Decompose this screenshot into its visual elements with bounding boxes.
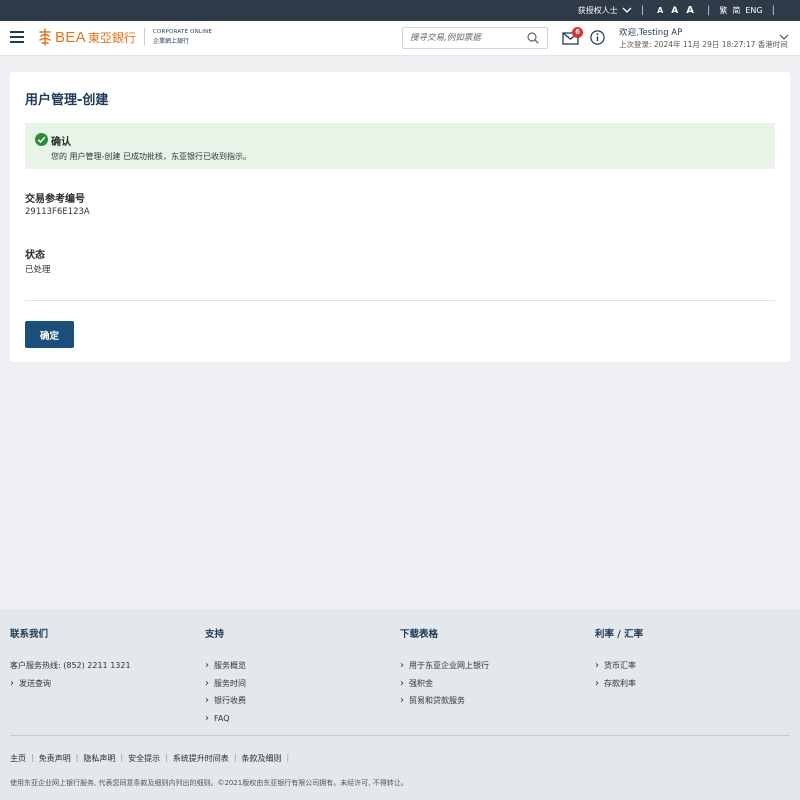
separator: | <box>286 753 290 762</box>
chevron-right-icon: › <box>205 660 209 672</box>
separator: | <box>233 753 237 762</box>
hamburger-menu-icon[interactable] <box>10 31 24 43</box>
audience-label: 获授权人士 <box>577 6 618 15</box>
mail-count-badge: 6 <box>572 27 583 38</box>
chevron-right-icon: › <box>595 660 599 672</box>
brand-cn: 東亞銀行 <box>87 30 136 45</box>
chevron-down-icon[interactable] <box>779 33 789 43</box>
footer-downloads-title: 下载表格 <box>400 629 439 640</box>
chevron-down-icon <box>622 6 632 16</box>
footer-link-label: 用于东亚企业网上银行 <box>409 661 489 671</box>
alert-message: 您的 用户管理-创建 已成功批核，东亚银行已收到指示。 <box>51 152 251 161</box>
chevron-right-icon: › <box>400 677 404 689</box>
legal-link-privacy[interactable]: 隐私声明 <box>83 753 115 764</box>
footer-rates: 利率 / 汇率 › 货币汇率 › 存款利率 <box>595 626 643 692</box>
search-input[interactable] <box>410 33 520 43</box>
footer-link-label: 货币汇率 <box>604 661 636 671</box>
footer-link-label: 银行收费 <box>214 696 246 706</box>
user-welcome: 欢迎,Testing AP 上次登录: 2024年 11月 29日 18:27:… <box>619 27 788 51</box>
footer-link-service-overview[interactable]: › 服务概览 <box>205 657 246 675</box>
footer-rates-title: 利率 / 汇率 <box>595 629 644 640</box>
footer-link-label: 服务概览 <box>214 661 246 671</box>
chevron-right-icon: › <box>205 677 209 689</box>
chevron-right-icon: › <box>400 695 404 707</box>
footer-link-label: 贸易和贷款服务 <box>409 696 465 706</box>
check-circle-icon <box>35 133 48 146</box>
separator: | <box>707 5 711 16</box>
audience-selector[interactable]: 获授权人士 <box>578 5 632 16</box>
separator: | <box>771 5 775 16</box>
footer-support: 支持 › 服务概览 › 服务时间 › 银行收费 › FAQ <box>205 626 246 727</box>
search-icon[interactable] <box>527 32 539 44</box>
copyright: 使用东亚企业网上银行服务, 代表您同意条款及细则内列出的细则。©2021版权由东… <box>10 779 408 787</box>
footer-contact: 联系我们 客户服务热线: (852) 2211 1321 › 发送查询 <box>10 626 131 692</box>
footer-link-label: 服务时间 <box>214 678 246 688</box>
separator: | <box>120 753 124 762</box>
alert-title: 确认 <box>51 137 71 148</box>
product-name: CORPORATE ONLINE 企業網上銀行 <box>153 28 212 46</box>
chevron-right-icon: › <box>595 677 599 689</box>
font-size-large-button[interactable]: A <box>686 5 694 16</box>
footer-link-deposit-rates[interactable]: › 存款利率 <box>595 675 643 693</box>
lang-simplified-chinese[interactable]: 简 <box>732 5 740 16</box>
footer-link-label: FAQ <box>214 713 230 723</box>
main-card: 用户管理-创建 确认 您的 用户管理-创建 已成功批核，东亚银行已收到指示。 交… <box>10 72 790 362</box>
header: BEA 東亞銀行 CORPORATE ONLINE 企業網上銀行 6 欢迎,Te… <box>0 21 800 56</box>
chevron-right-icon: › <box>205 712 209 724</box>
lang-english[interactable]: ENG <box>745 6 762 15</box>
footer-link-fx-rates[interactable]: › 货币汇率 <box>595 657 643 675</box>
search-box <box>402 27 548 49</box>
divider <box>25 300 775 301</box>
footer-downloads: 下载表格 › 用于东亚企业网上银行 › 强积金 › 贸易和贷款服务 <box>400 626 489 710</box>
bea-logo[interactable]: BEA 東亞銀行 CORPORATE ONLINE 企業網上銀行 <box>38 28 212 46</box>
legal-link-terms[interactable]: 条款及细则 <box>242 753 282 764</box>
brand-en: BEA <box>55 28 86 46</box>
footer-link-bank-charges[interactable]: › 银行收费 <box>205 692 246 710</box>
status-label: 状态 <box>25 250 45 261</box>
footer-support-title: 支持 <box>205 629 225 640</box>
confirm-button[interactable]: 确定 <box>25 321 74 348</box>
ref-label: 交易参考编号 <box>25 194 85 205</box>
legal-link-disclaimer[interactable]: 免责声明 <box>39 753 71 764</box>
info-icon[interactable] <box>590 30 605 45</box>
font-size-small-button[interactable]: A <box>657 6 663 15</box>
legal-link-maintenance[interactable]: 系统提升时间表 <box>173 753 229 764</box>
footer-link-bea-corporate[interactable]: › 用于东亚企业网上银行 <box>400 657 489 675</box>
product-name-cn: 企業網上銀行 <box>152 38 189 45</box>
bea-emblem-icon <box>39 28 51 46</box>
footer-divider <box>10 735 790 736</box>
last-login: 上次登录: 2024年 11月 29日 18:27:17 香港时间 <box>619 40 788 49</box>
separator: | <box>75 753 79 762</box>
separator: | <box>31 753 34 762</box>
chevron-right-icon: › <box>400 660 404 672</box>
footer-link-label: 发送查询 <box>19 678 51 688</box>
legal-link-home[interactable]: 主页 <box>10 753 26 764</box>
separator: | <box>640 5 645 16</box>
utility-bar: 获授权人士 | A A A | 繁 简 ENG | <box>0 0 800 21</box>
hotline: 客户服务热线: (852) 2211 1321 <box>10 661 131 671</box>
footer-link-mpf[interactable]: › 强积金 <box>400 675 489 693</box>
lang-traditional-chinese[interactable]: 繁 <box>719 5 727 16</box>
footer-link-faq[interactable]: › FAQ <box>205 710 246 728</box>
separator: | <box>165 753 168 762</box>
status-value: 已处理 <box>25 265 51 275</box>
footer-contact-title: 联系我们 <box>10 629 49 640</box>
footer-link-label: 存款利率 <box>604 678 636 688</box>
logo-divider <box>143 28 145 46</box>
legal-links: 主页 | 免责声明 | 隐私声明 | 安全提示 | 系统提升时间表 | 条款及细则 | <box>10 753 294 764</box>
font-size-medium-button[interactable]: A <box>671 6 678 16</box>
success-alert: 确认 您的 用户管理-创建 已成功批核，东亚银行已收到指示。 <box>25 123 775 169</box>
footer-link-label: 强积金 <box>409 678 433 688</box>
product-name-en: CORPORATE ONLINE <box>152 29 213 35</box>
welcome-name: 欢迎,Testing AP <box>619 28 683 38</box>
legal-link-security[interactable]: 安全提示 <box>128 753 160 764</box>
chevron-right-icon: › <box>205 695 209 707</box>
ref-value: 29113F6E123A <box>25 207 90 217</box>
footer-link-enquiry[interactable]: › 发送查询 <box>10 675 131 693</box>
page-title: 用户管理-创建 <box>25 93 109 108</box>
footer-link-trade-loan[interactable]: › 贸易和贷款服务 <box>400 692 489 710</box>
chevron-right-icon: › <box>10 677 14 689</box>
footer-link-service-hours[interactable]: › 服务时间 <box>205 675 246 693</box>
footer: 联系我们 客户服务热线: (852) 2211 1321 › 发送查询 支持 ›… <box>0 609 800 800</box>
